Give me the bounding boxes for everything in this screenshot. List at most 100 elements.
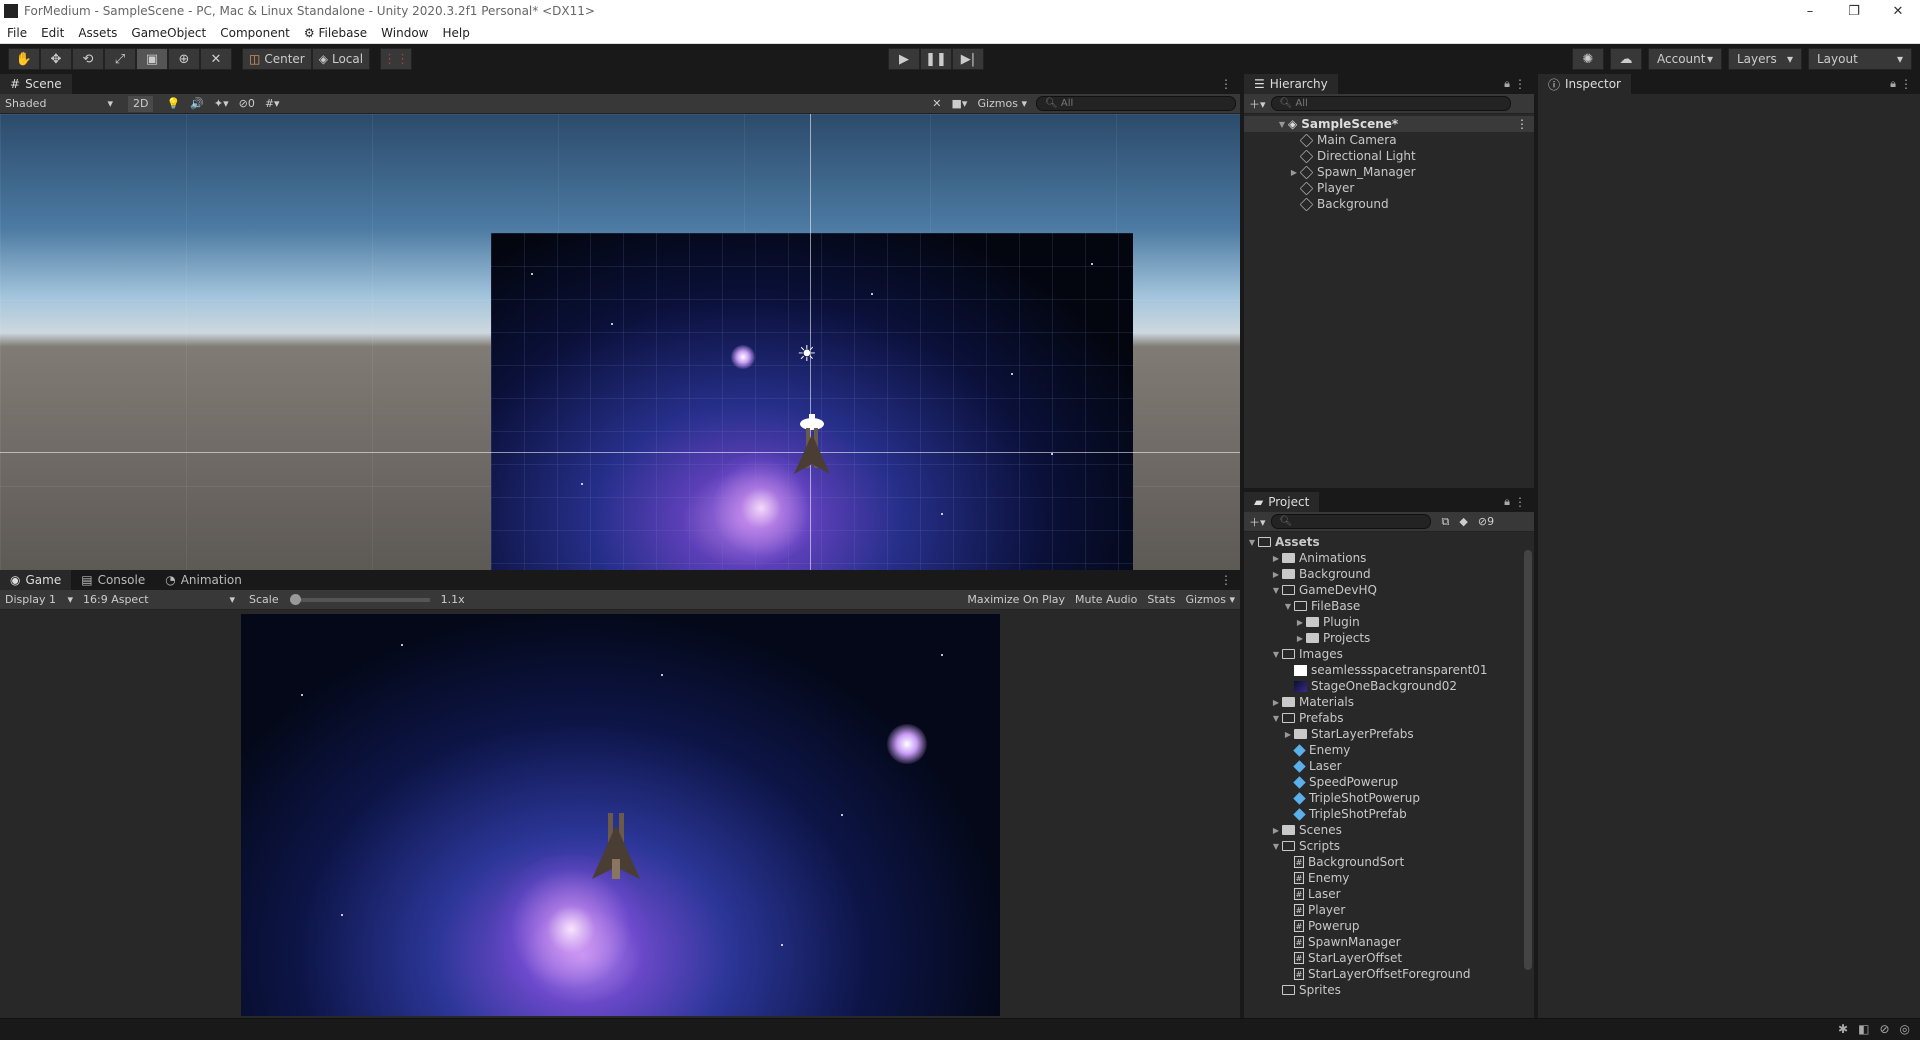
graphics-icon[interactable]: ◧	[1858, 1022, 1869, 1036]
menu-gameobject[interactable]: GameObject	[124, 26, 213, 40]
lock-icon[interactable]: 🔒︎	[1890, 77, 1896, 91]
menu-edit[interactable]: Edit	[34, 26, 71, 40]
project-item[interactable]: ▼ Images	[1244, 646, 1534, 662]
project-root-assets[interactable]: ▼ Assets	[1244, 534, 1534, 550]
menu-help[interactable]: Help	[435, 26, 476, 40]
project-item[interactable]: ▶ StarLayerPrefabs	[1244, 726, 1534, 742]
panel-menu-icon[interactable]: ⋮	[1514, 77, 1526, 91]
menu-window[interactable]: Window	[374, 26, 435, 40]
background-sprite[interactable]	[491, 233, 1133, 570]
lock-icon[interactable]: 🔒︎	[1504, 495, 1510, 509]
project-item[interactable]: ▼ FileBase	[1244, 598, 1534, 614]
menu-assets[interactable]: Assets	[71, 26, 124, 40]
expand-arrow-icon[interactable]: ▶	[1288, 168, 1300, 177]
grid-snap-icon[interactable]: ⋮⋮	[380, 48, 413, 70]
menu-filebase[interactable]: ⚙ Filebase	[297, 26, 374, 40]
panel-menu-icon[interactable]: ⋮	[1514, 495, 1526, 509]
project-item[interactable]: ▶ Plugin	[1244, 614, 1534, 630]
project-item[interactable]: SpeedPowerup	[1244, 774, 1534, 790]
close-button[interactable]: ✕	[1876, 4, 1920, 19]
expand-arrow-icon[interactable]: ▶	[1270, 698, 1282, 707]
hierarchy-item-main-camera[interactable]: Main Camera	[1244, 132, 1534, 148]
panel-menu-icon[interactable]: ⋮	[1900, 77, 1912, 91]
game-viewport[interactable]	[0, 614, 1240, 1016]
pivot-local-button[interactable]: ◈ Local	[311, 48, 371, 70]
aspect-dropdown[interactable]: 16:9 Aspect ▾	[78, 592, 240, 608]
bug-icon[interactable]: ✱	[1838, 1022, 1848, 1036]
hidden-packages-toggle[interactable]: ⊘ 9	[1473, 514, 1499, 530]
cloud-icon[interactable]: ☁	[1610, 48, 1642, 70]
project-item[interactable]: Enemy	[1244, 742, 1534, 758]
rect-tool-icon[interactable]: ▣	[136, 48, 168, 70]
scale-slider[interactable]	[289, 593, 430, 605]
hand-tool-icon[interactable]: ✋	[8, 48, 40, 70]
pivot-center-button[interactable]: ◫ Center	[242, 48, 312, 70]
project-item[interactable]: ▶ Background	[1244, 566, 1534, 582]
hierarchy-item-directional-light[interactable]: Directional Light	[1244, 148, 1534, 164]
expand-arrow-icon[interactable]: ▼	[1270, 650, 1282, 659]
stats-toggle[interactable]: Stats	[1142, 592, 1180, 608]
project-item[interactable]: ▶ Materials	[1244, 694, 1534, 710]
project-item[interactable]: ▶ Projects	[1244, 630, 1534, 646]
expand-arrow-icon[interactable]: ▼	[1270, 586, 1282, 595]
expand-arrow-icon[interactable]: ▼	[1270, 842, 1282, 851]
auto-generate-lighting-icon[interactable]: ⊘	[1879, 1022, 1889, 1036]
scene-viewport[interactable]: ☀	[0, 114, 1240, 570]
minimize-button[interactable]: –	[1788, 4, 1832, 19]
project-item[interactable]: ▼ Scripts	[1244, 838, 1534, 854]
tab-project[interactable]: ▰ Project	[1244, 492, 1320, 512]
expand-arrow-icon[interactable]: ▶	[1270, 570, 1282, 579]
expand-arrow-icon[interactable]: ▼	[1276, 120, 1288, 129]
scale-slider-knob[interactable]	[289, 593, 301, 605]
expand-arrow-icon[interactable]: ▶	[1270, 554, 1282, 563]
camera-settings-icon[interactable]: ■▾	[947, 96, 973, 112]
expand-arrow-icon[interactable]: ▶	[1294, 634, 1306, 643]
tab-game[interactable]: ◉ Game	[0, 570, 72, 590]
scene-search-input[interactable]: 🔍︎ All	[1036, 96, 1236, 111]
hierarchy-item-spawn-manager[interactable]: ▶ Spawn_Manager	[1244, 164, 1534, 180]
directional-light-icon[interactable]: ☀	[797, 342, 817, 367]
scene-root-row[interactable]: ▼ ◈ SampleScene* ⋮	[1244, 116, 1534, 132]
project-item[interactable]: # SpawnManager	[1244, 934, 1534, 950]
layers-dropdown[interactable]: Layers ▾	[1728, 48, 1802, 70]
maximize-on-play-toggle[interactable]: Maximize On Play	[962, 592, 1070, 608]
tab-hierarchy[interactable]: ☰ Hierarchy	[1244, 74, 1338, 94]
project-item[interactable]: # Enemy	[1244, 870, 1534, 886]
restore-button[interactable]: ❐	[1832, 4, 1876, 19]
step-button[interactable]: ▶|	[952, 48, 984, 70]
expand-arrow-icon[interactable]: ▶	[1282, 730, 1294, 739]
panel-menu-icon[interactable]: ⋮	[1220, 77, 1232, 91]
effects-toggle-icon[interactable]: ✦▾	[209, 96, 234, 112]
project-item[interactable]: # Player	[1244, 902, 1534, 918]
project-item[interactable]: TripleShotPowerup	[1244, 790, 1534, 806]
lighting-toggle-icon[interactable]: 💡	[161, 96, 185, 112]
hierarchy-item-player[interactable]: Player	[1244, 180, 1534, 196]
project-item[interactable]: # BackgroundSort	[1244, 854, 1534, 870]
expand-arrow-icon[interactable]: ▶	[1270, 826, 1282, 835]
rotate-tool-icon[interactable]: ⟲	[72, 48, 104, 70]
scene-gizmos-dropdown[interactable]: Gizmos ▾	[972, 96, 1032, 112]
project-item[interactable]: seamlessspacetransparent01	[1244, 662, 1534, 678]
scale-tool-icon[interactable]: ⤢	[104, 48, 136, 70]
hierarchy-item-background[interactable]: Background	[1244, 196, 1534, 212]
project-item[interactable]: # Laser	[1244, 886, 1534, 902]
search-by-label-icon[interactable]: ◆	[1454, 514, 1472, 530]
tools-icon[interactable]: ✕	[927, 96, 946, 112]
play-button[interactable]: ▶	[888, 48, 920, 70]
mute-audio-toggle[interactable]: Mute Audio	[1070, 592, 1142, 608]
progress-icon[interactable]: ◎	[1900, 1022, 1910, 1036]
create-asset-button[interactable]: ＋▾	[1244, 514, 1271, 530]
menu-component[interactable]: Component	[213, 26, 297, 40]
transform-tool-icon[interactable]: ⊕	[168, 48, 200, 70]
project-scrollbar[interactable]	[1524, 550, 1532, 970]
custom-tool-icon[interactable]: ✕	[200, 48, 232, 70]
tab-inspector[interactable]: ⓘ Inspector	[1538, 74, 1631, 94]
grid-toggle-icon[interactable]: #▾	[260, 96, 285, 112]
pause-button[interactable]: ❚❚	[920, 48, 952, 70]
expand-arrow-icon[interactable]: ▶	[1294, 618, 1306, 627]
tab-animation[interactable]: ◔ Animation	[155, 570, 252, 590]
project-item[interactable]: ▼ GameDevHQ	[1244, 582, 1534, 598]
project-item[interactable]: ▼ Prefabs	[1244, 710, 1534, 726]
display-dropdown[interactable]: Display 1 ▾	[0, 592, 78, 608]
project-item[interactable]: # StarLayerOffsetForeground	[1244, 966, 1534, 982]
